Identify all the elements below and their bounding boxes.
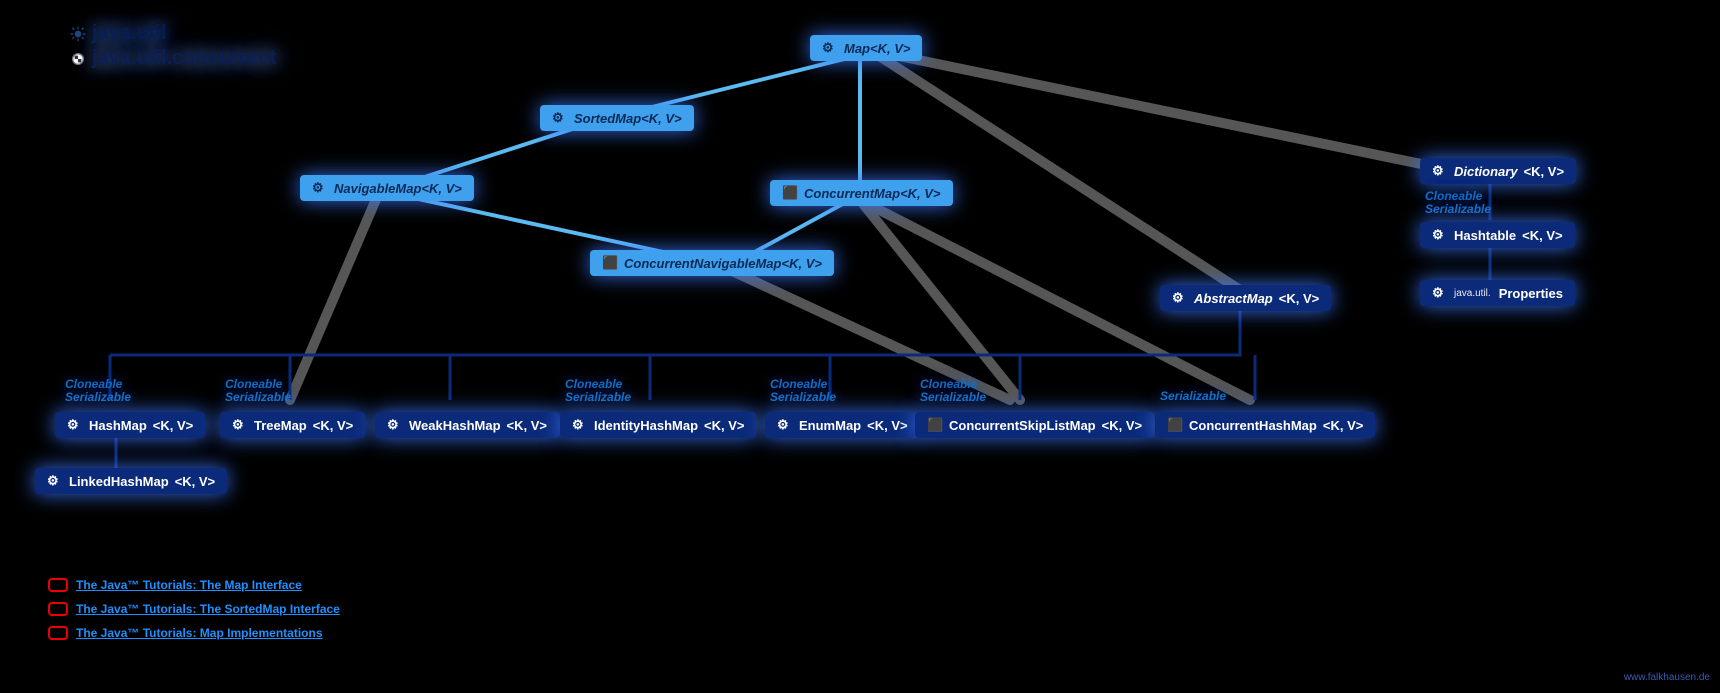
oracle-icon [48, 602, 68, 616]
node-concurrenthashmap[interactable]: ⬛ConcurrentHashMap<K, V> [1155, 412, 1375, 438]
node-abstractmap[interactable]: ⚙AbstractMap<K, V> [1160, 285, 1331, 311]
legend-pkg-concurrent: java.util.concurrent [92, 47, 277, 70]
annot-conchm: Serializable [1160, 390, 1226, 403]
source-note: www.falkhausen.de [1624, 672, 1710, 683]
gear-icon: ⚙ [572, 417, 588, 433]
gear-icon: ⚙ [1432, 285, 1448, 301]
annot-treemap: Cloneable Serializable [225, 378, 291, 404]
checker-icon [70, 51, 86, 67]
checker-icon: ⬛ [782, 185, 798, 201]
oracle-icon [48, 578, 68, 592]
node-sortedmap[interactable]: ⚙SortedMap<K, V> [540, 105, 694, 131]
annot-hashmap: Cloneable Serializable [65, 378, 131, 404]
node-concurrentmap[interactable]: ⬛ConcurrentMap<K, V> [770, 180, 953, 206]
gear-icon: ⚙ [387, 417, 403, 433]
node-concurrentskiplistmap[interactable]: ⬛ConcurrentSkipListMap<K, V> [915, 412, 1154, 438]
annot-hashtable: Cloneable Serializable [1425, 190, 1491, 216]
footer-link-sortedmap[interactable]: The Java™ Tutorials: The SortedMap Inter… [48, 602, 340, 616]
checker-icon: ⬛ [927, 417, 943, 433]
node-properties[interactable]: ⚙java.util.Properties [1420, 280, 1575, 306]
gear-icon: ⚙ [822, 40, 838, 56]
gear-icon: ⚙ [47, 473, 63, 489]
annot-cskiplm: Cloneable Serializable [920, 378, 986, 404]
gear-icon: ⚙ [1172, 290, 1188, 306]
gear-icon: ⚙ [552, 110, 568, 126]
gear-icon: ⚙ [232, 417, 248, 433]
gear-icon: ⚙ [1432, 163, 1448, 179]
node-identityhashmap[interactable]: ⚙IdentityHashMap<K, V> [560, 412, 756, 438]
node-map[interactable]: ⚙Map<K, V> [810, 35, 922, 61]
checker-icon: ⬛ [602, 255, 618, 271]
annot-enummap: Cloneable Serializable [770, 378, 836, 404]
node-linkedhashmap[interactable]: ⚙LinkedHashMap<K, V> [35, 468, 227, 494]
footer-link-map[interactable]: The Java™ Tutorials: The Map Interface [48, 578, 302, 592]
legend-pkg-util: java.util [92, 22, 166, 45]
legend: java.util java.util.concurrent [70, 20, 277, 72]
node-dictionary[interactable]: ⚙Dictionary<K, V> [1420, 158, 1576, 184]
gear-icon [70, 26, 86, 42]
oracle-icon [48, 626, 68, 640]
node-concurrentnavigablemap[interactable]: ⬛ConcurrentNavigableMap<K, V> [590, 250, 834, 276]
annot-idhm: Cloneable Serializable [565, 378, 631, 404]
node-enummap[interactable]: ⚙EnumMap<K, V> [765, 412, 920, 438]
node-weakhashmap[interactable]: ⚙WeakHashMap<K, V> [375, 412, 559, 438]
gear-icon: ⚙ [777, 417, 793, 433]
node-treemap[interactable]: ⚙TreeMap<K, V> [220, 412, 365, 438]
checker-icon: ⬛ [1167, 417, 1183, 433]
node-hashmap[interactable]: ⚙HashMap<K, V> [55, 412, 205, 438]
gear-icon: ⚙ [1432, 227, 1448, 243]
gear-icon: ⚙ [67, 417, 83, 433]
footer-link-impls[interactable]: The Java™ Tutorials: Map Implementations [48, 626, 323, 640]
node-navigablemap[interactable]: ⚙NavigableMap<K, V> [300, 175, 474, 201]
gear-icon: ⚙ [312, 180, 328, 196]
node-hashtable[interactable]: ⚙Hashtable<K, V> [1420, 222, 1575, 248]
